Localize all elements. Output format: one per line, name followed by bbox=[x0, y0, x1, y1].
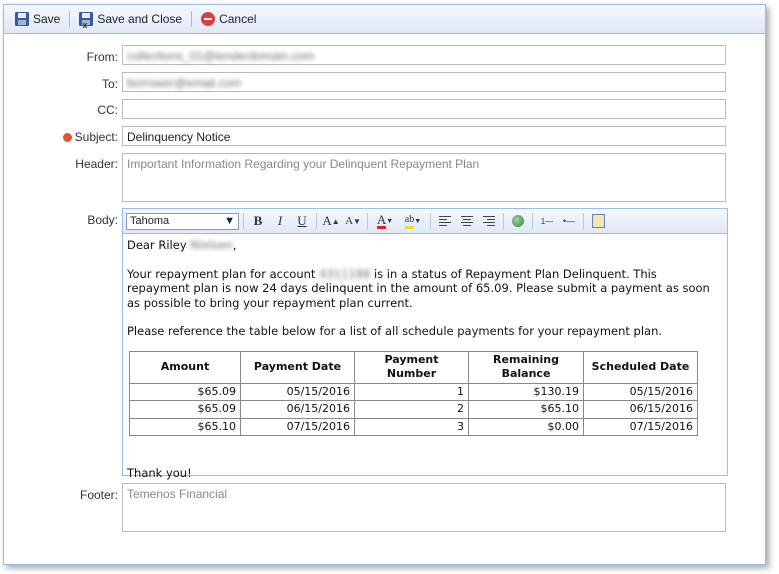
payment-table: Amount Payment Date Payment Number Remai… bbox=[129, 350, 698, 437]
editor-separator bbox=[583, 213, 584, 229]
to-label: To: bbox=[101, 77, 118, 91]
save-close-icon bbox=[79, 12, 94, 26]
shrink-font-icon[interactable]: A ▼ bbox=[343, 212, 363, 230]
table-cell: 05/15/2016 bbox=[240, 382, 355, 401]
to-value: borrower@email.com bbox=[127, 76, 242, 90]
table-cell: $65.10 bbox=[129, 417, 241, 436]
table-cell: 1 bbox=[354, 382, 469, 401]
editor-separator bbox=[503, 213, 504, 229]
bold-icon[interactable]: B bbox=[248, 212, 268, 230]
table-cell: 06/15/2016 bbox=[240, 400, 355, 419]
align-center-icon[interactable] bbox=[457, 212, 477, 230]
editor-separator bbox=[532, 213, 533, 229]
save-label: Save bbox=[33, 12, 61, 26]
underline-icon[interactable]: U bbox=[292, 212, 312, 230]
header-field[interactable]: Important Information Regarding your Del… bbox=[122, 153, 726, 202]
table-row: $65.09 06/15/2016 2 $65.10 06/15/2016 bbox=[129, 400, 698, 419]
table-cell: $65.09 bbox=[129, 382, 241, 401]
table-cell: 2 bbox=[354, 400, 469, 419]
cancel-icon bbox=[201, 12, 216, 26]
subject-value: Delinquency Notice bbox=[127, 130, 231, 144]
greeting-lastname: Nielsen bbox=[190, 238, 233, 252]
italic-icon[interactable]: I bbox=[270, 212, 290, 230]
table-cell: 07/15/2016 bbox=[583, 417, 698, 436]
email-template-window: Save Save and Close Cancel From: collect… bbox=[3, 4, 766, 565]
from-value: collections_01@lenderdomain.com bbox=[127, 49, 314, 63]
table-header-row: Amount Payment Date Payment Number Remai… bbox=[129, 350, 698, 384]
required-icon bbox=[62, 133, 72, 142]
grow-font-icon[interactable]: A ▲ bbox=[321, 212, 341, 230]
highlight-icon[interactable]: ab ▼ bbox=[400, 212, 426, 230]
paragraph-1: Your repayment plan for account 4311188 … bbox=[127, 267, 723, 311]
paragraph-2: Please reference the table below for a l… bbox=[127, 324, 663, 338]
editor-separator bbox=[243, 213, 244, 229]
col-payment-number: Payment Number bbox=[354, 350, 469, 384]
col-amount: Amount bbox=[129, 350, 241, 384]
editor-separator bbox=[316, 213, 317, 229]
to-field[interactable]: borrower@email.com bbox=[122, 72, 726, 92]
align-right-icon[interactable] bbox=[479, 212, 499, 230]
editor-toolbar: Tahoma ▼ B I U A ▲ A ▼ A ▼ ab ▼ 1— •— bbox=[123, 209, 727, 234]
body-editor[interactable]: Tahoma ▼ B I U A ▲ A ▼ A ▼ ab ▼ 1— •— De… bbox=[122, 208, 728, 480]
toolbar-separator bbox=[191, 11, 193, 27]
cc-label: CC: bbox=[97, 103, 118, 117]
table-cell: $65.10 bbox=[468, 400, 584, 419]
cancel-button[interactable]: Cancel bbox=[196, 10, 261, 28]
cc-field[interactable] bbox=[122, 99, 726, 119]
col-scheduled-date: Scheduled Date bbox=[583, 350, 698, 384]
toolbar: Save Save and Close Cancel bbox=[4, 5, 765, 34]
from-field[interactable]: collections_01@lenderdomain.com bbox=[122, 45, 726, 65]
bullet-list-icon[interactable]: •— bbox=[559, 212, 579, 230]
table-row: $65.09 05/15/2016 1 $130.19 05/15/2016 bbox=[129, 382, 698, 401]
table-cell: 06/15/2016 bbox=[583, 400, 698, 419]
save-button[interactable]: Save bbox=[10, 10, 65, 28]
editor-separator bbox=[367, 213, 368, 229]
table-cell: 05/15/2016 bbox=[583, 382, 698, 401]
subject-label-row: Subject: bbox=[4, 130, 118, 144]
table-cell: $130.19 bbox=[468, 382, 584, 401]
save-icon bbox=[15, 12, 29, 26]
subject-label: Subject: bbox=[74, 130, 118, 144]
subject-field[interactable]: Delinquency Notice bbox=[122, 126, 726, 146]
col-payment-date: Payment Date bbox=[240, 350, 355, 384]
table-cell: 3 bbox=[354, 417, 469, 436]
header-label: Header: bbox=[75, 157, 118, 171]
footer-placeholder: Temenos Financial bbox=[127, 487, 228, 501]
chevron-down-icon: ▼ bbox=[224, 215, 235, 227]
table-row: $65.10 07/15/2016 3 $0.00 07/15/2016 bbox=[129, 417, 698, 436]
from-label: From: bbox=[86, 50, 118, 64]
account-number: 4311188 bbox=[319, 266, 371, 281]
editor-separator bbox=[430, 213, 431, 229]
font-family-select[interactable]: Tahoma ▼ bbox=[126, 212, 239, 230]
toolbar-separator bbox=[69, 11, 71, 27]
cancel-label: Cancel bbox=[219, 12, 257, 26]
align-left-icon[interactable] bbox=[435, 212, 455, 230]
body-label: Body: bbox=[87, 213, 118, 227]
table-cell: $0.00 bbox=[468, 417, 584, 436]
save-and-close-button[interactable]: Save and Close bbox=[74, 10, 187, 28]
col-remaining-balance: Remaining Balance bbox=[468, 350, 584, 384]
insert-link-icon[interactable] bbox=[508, 212, 528, 230]
table-cell: $65.09 bbox=[129, 400, 241, 419]
footer-field[interactable]: Temenos Financial bbox=[122, 483, 726, 532]
greeting-suffix: , bbox=[232, 238, 237, 252]
numbered-list-icon[interactable]: 1— bbox=[537, 212, 557, 230]
font-family-value: Tahoma bbox=[130, 215, 170, 227]
greeting-text: Dear Riley bbox=[127, 238, 187, 252]
header-placeholder: Important Information Regarding your Del… bbox=[127, 157, 480, 171]
editor-content[interactable]: Dear Riley Nielsen, Your repayment plan … bbox=[123, 234, 727, 485]
greeting-line: Dear Riley Nielsen, bbox=[127, 238, 723, 253]
source-edit-icon[interactable] bbox=[588, 212, 608, 230]
closing-line: Thank you! bbox=[127, 466, 192, 480]
footer-label: Footer: bbox=[79, 488, 118, 502]
font-color-icon[interactable]: A ▼ bbox=[372, 212, 398, 230]
para1-start: Your repayment plan for account bbox=[127, 266, 316, 281]
table-cell: 07/15/2016 bbox=[240, 417, 355, 436]
save-close-label: Save and Close bbox=[97, 12, 183, 26]
